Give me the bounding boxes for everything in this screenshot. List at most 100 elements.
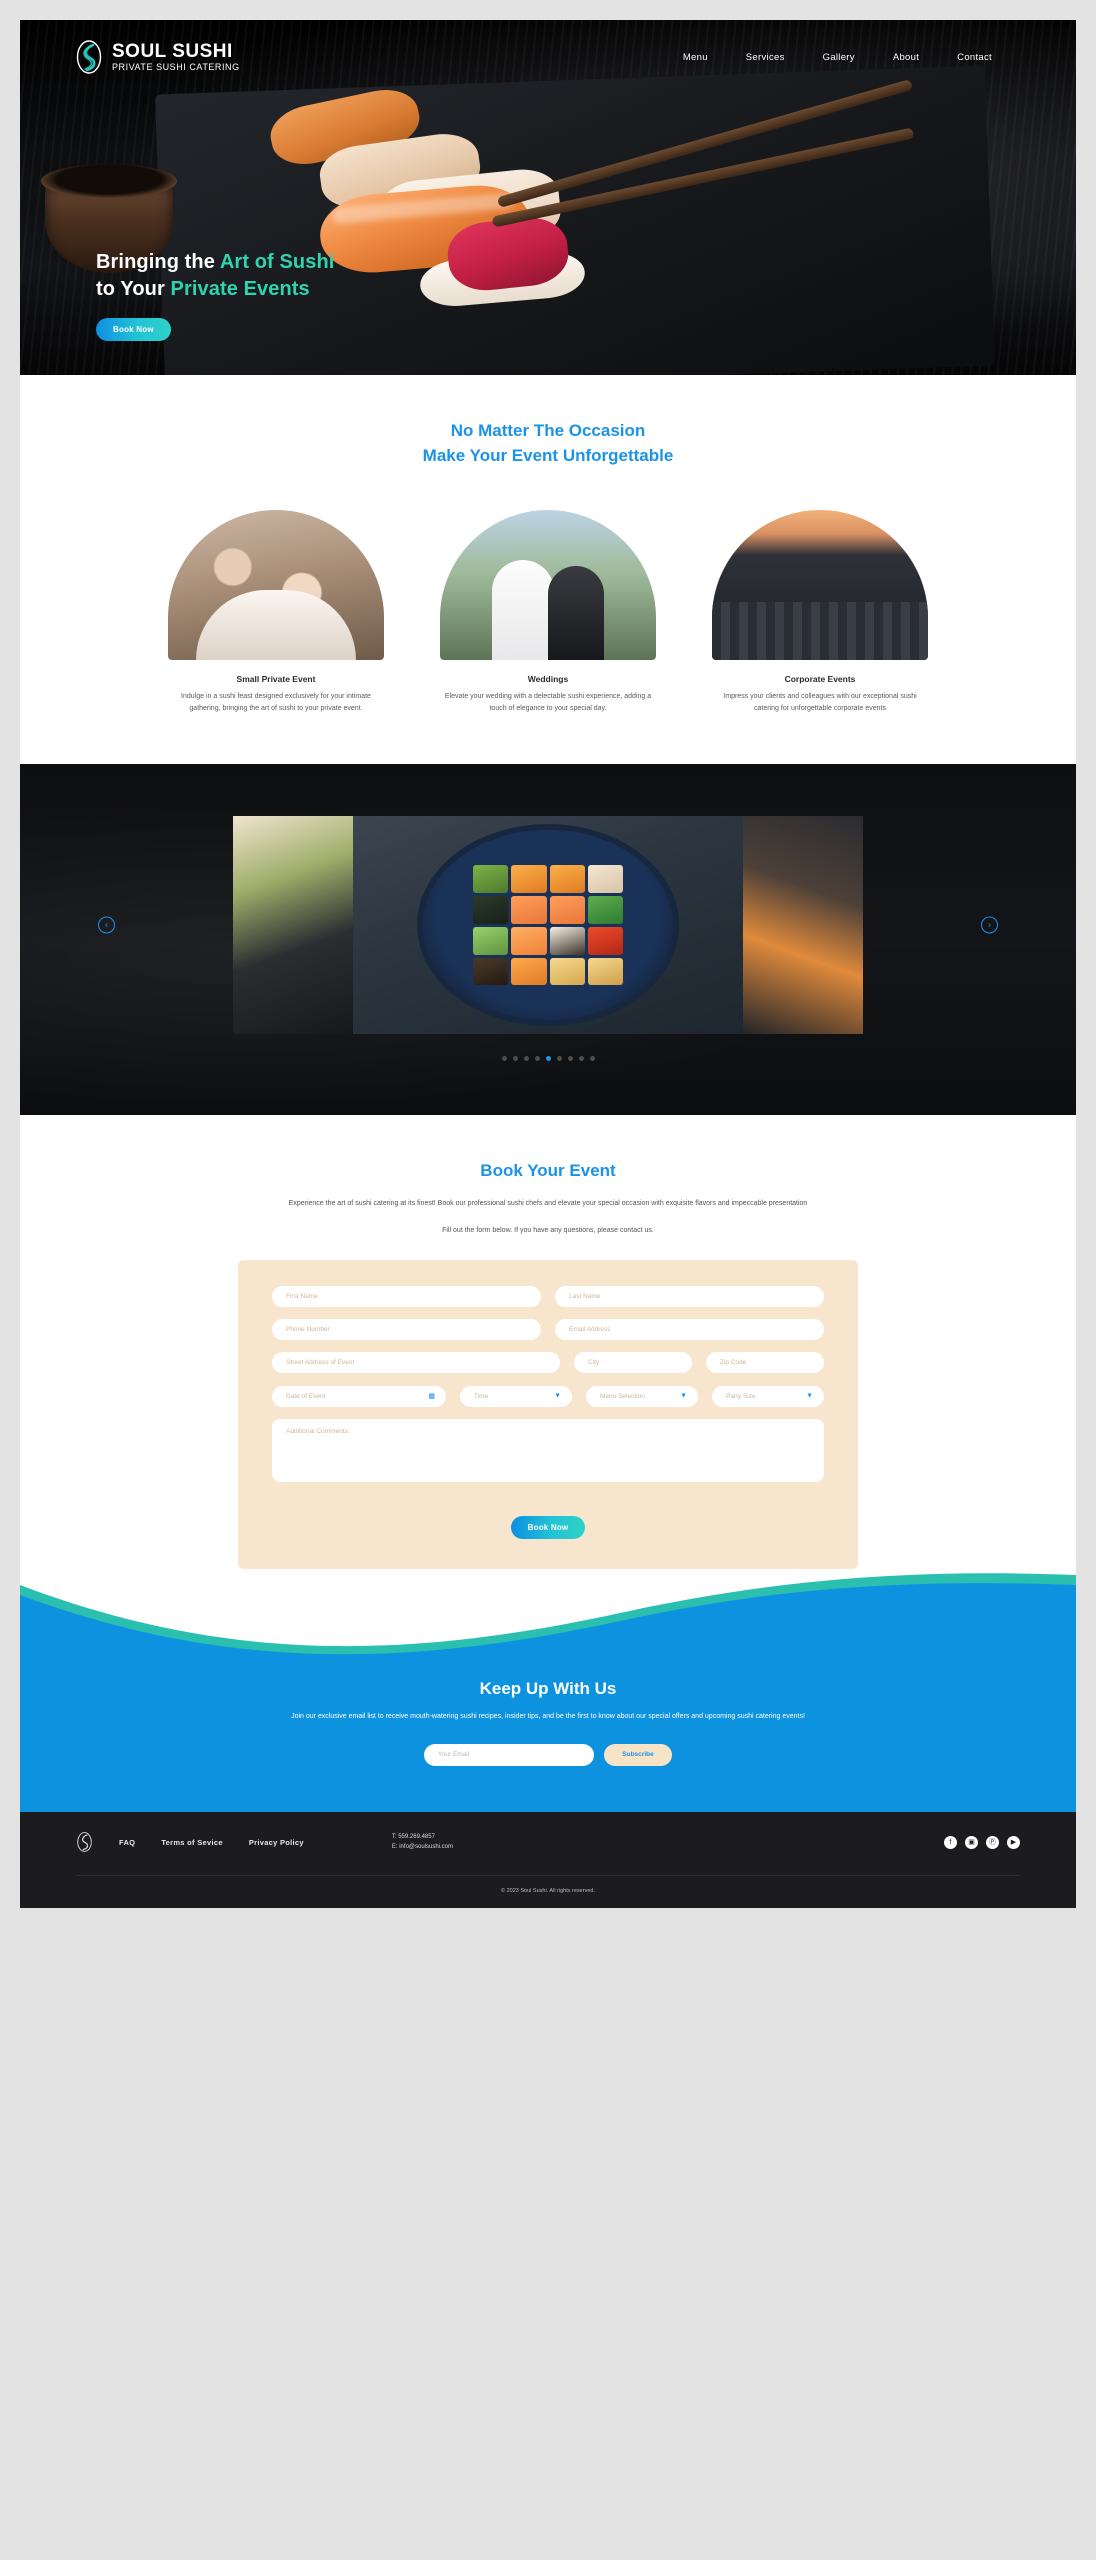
date-of-event-input[interactable] [272, 1385, 446, 1407]
sushi-piece [473, 896, 509, 924]
occasion-card[interactable]: Weddings Elevate your wedding with a del… [440, 510, 656, 714]
sushi-piece [511, 926, 547, 955]
hero-headline-line1-plain: Bringing the [96, 250, 220, 273]
sushi-piece [549, 865, 585, 894]
occasion-card-description: Elevate your wedding with a delectable s… [444, 693, 652, 712]
form-row-name [272, 1285, 824, 1307]
sushi-piece [473, 865, 509, 894]
website-frame: SOUL SUSHI PRIVATE SUSHI CATERING Menu S… [20, 20, 1076, 1908]
brand-logo[interactable]: SOUL SUSHI PRIVATE SUSHI CATERING [76, 40, 240, 74]
facebook-icon[interactable]: f [944, 1835, 957, 1849]
sushi-piece [511, 865, 547, 894]
footer-link-faq[interactable]: FAQ [119, 1838, 135, 1847]
carousel-dot[interactable] [534, 1056, 540, 1062]
site-footer: FAQ Terms of Sevice Privacy Policy T: 55… [20, 1811, 1076, 1908]
chevron-down-icon[interactable]: ▼ [680, 1392, 687, 1399]
occasion-card-description: Impress your clients and colleagues with… [723, 693, 917, 712]
carousel-dot[interactable] [567, 1056, 573, 1062]
occasion-card[interactable]: Small Private Event Indulge in a sushi f… [168, 510, 384, 714]
carousel-next-button[interactable]: › [981, 916, 998, 934]
footer-link-privacy-policy[interactable]: Privacy Policy [249, 1838, 304, 1847]
last-name-input[interactable] [555, 1285, 824, 1307]
occasions-title-line1: No Matter The Occasion [450, 421, 646, 440]
site-header: SOUL SUSHI PRIVATE SUSHI CATERING Menu S… [20, 20, 1076, 74]
hero-headline-line2-plain: to Your [96, 278, 171, 301]
nav-item-contact[interactable]: Contact [957, 52, 992, 63]
hero-book-now-button[interactable]: Book Now [96, 318, 171, 341]
email-address-input[interactable] [555, 1318, 824, 1340]
newsletter-email-input[interactable] [424, 1743, 594, 1766]
calendar-icon[interactable]: ▦ [428, 1392, 435, 1400]
carousel-dot[interactable] [589, 1056, 595, 1062]
zip-code-input[interactable] [706, 1351, 824, 1373]
sushi-piece [587, 926, 623, 955]
occasion-card[interactable]: Corporate Events Impress your clients an… [712, 510, 928, 714]
primary-navigation: Menu Services Gallery About Contact [683, 52, 992, 63]
street-address-input[interactable] [272, 1351, 560, 1373]
footer-social-links: f ▣ Ⓟ ▶ [944, 1835, 1020, 1849]
occasion-card-description: Indulge in a sushi feast designed exclus… [181, 693, 371, 712]
carousel-dot[interactable] [501, 1056, 507, 1062]
sushi-piece [473, 926, 509, 955]
chevron-down-icon[interactable]: ▼ [554, 1392, 561, 1399]
pinterest-icon[interactable]: Ⓟ [986, 1835, 999, 1849]
sushi-piece [549, 926, 585, 955]
footer-soul-sushi-swirl-logo-icon[interactable] [76, 1832, 93, 1852]
nav-item-gallery[interactable]: Gallery [823, 52, 855, 63]
carousel-slide-active[interactable] [353, 816, 743, 1035]
chevron-down-icon[interactable]: ▼ [806, 1392, 813, 1399]
carousel-prev-button[interactable]: ‹ [98, 916, 115, 934]
occasion-card-list: Small Private Event Indulge in a sushi f… [76, 510, 1020, 714]
occasions-section: No Matter The Occasion Make Your Event U… [20, 375, 1076, 765]
footer-copyright: © 2023 Soul Sushi. All rights reserved. [76, 1874, 1020, 1894]
newsletter-subscribe-button[interactable]: Subscribe [604, 1743, 672, 1766]
carousel-slide-next[interactable] [743, 816, 863, 1035]
occasion-card-image-weddings [440, 510, 656, 661]
gallery-carousel-section: ‹ › [20, 764, 1076, 1116]
carousel-dot[interactable] [556, 1056, 562, 1062]
footer-email[interactable]: E: info@soulsushi.com [392, 1842, 453, 1853]
booking-form: ▦ ▼ ▼ ▼ Book Now [238, 1259, 858, 1569]
footer-links: FAQ Terms of Sevice Privacy Policy [119, 1838, 304, 1847]
sushi-piece [473, 957, 509, 986]
city-input[interactable] [574, 1351, 692, 1373]
youtube-icon[interactable]: ▶ [1007, 1835, 1020, 1849]
wave-blue-layer [20, 1582, 1076, 1661]
first-name-input[interactable] [272, 1285, 541, 1307]
carousel-dot[interactable] [512, 1056, 518, 1062]
nav-item-services[interactable]: Services [746, 52, 785, 63]
instagram-icon[interactable]: ▣ [965, 1835, 978, 1849]
sushi-piece [549, 896, 585, 924]
occasion-card-title: Small Private Event [236, 674, 316, 685]
hero-headline-line2-accent: Private Events [170, 278, 310, 301]
newsletter-title: Keep Up With Us [479, 1678, 617, 1698]
carousel-slide-previous[interactable] [233, 816, 353, 1035]
hero-copy: Bringing the Art of Sushi to Your Privat… [96, 249, 334, 341]
newsletter-form: Subscribe [76, 1743, 1020, 1766]
sushi-piece [549, 957, 585, 986]
booking-subtitle: Experience the art of sushi catering at … [288, 1200, 808, 1208]
carousel-pagination-dots [20, 1056, 1076, 1062]
phone-number-input[interactable] [272, 1318, 541, 1340]
additional-comments-textarea[interactable] [272, 1418, 824, 1482]
hero-headline-line1-accent: Art of Sushi [219, 250, 335, 273]
nav-item-menu[interactable]: Menu [683, 52, 708, 63]
booking-submit-button[interactable]: Book Now [510, 1515, 586, 1539]
newsletter-subtitle: Join our exclusive email list to receive… [291, 1712, 805, 1720]
time-field: ▼ [460, 1385, 572, 1407]
sushi-piece [511, 896, 547, 924]
occasion-card-image-corporate [712, 510, 928, 661]
menu-selection-field: ▼ [586, 1385, 698, 1407]
carousel-dot[interactable] [545, 1056, 551, 1062]
occasion-card-image-private-event [168, 510, 384, 661]
nav-item-about[interactable]: About [893, 52, 919, 63]
date-of-event-field: ▦ [272, 1385, 446, 1407]
carousel-dot[interactable] [523, 1056, 529, 1062]
carousel-dot[interactable] [578, 1056, 584, 1062]
footer-phone[interactable]: T: 559.269.4857 [392, 1832, 453, 1843]
occasion-card-title: Weddings [527, 674, 569, 685]
footer-link-terms-of-service[interactable]: Terms of Sevice [161, 1838, 222, 1847]
party-size-field: ▼ [712, 1385, 824, 1407]
footer-top-row: FAQ Terms of Sevice Privacy Policy T: 55… [76, 1832, 1020, 1853]
brand-tagline: PRIVATE SUSHI CATERING [112, 62, 240, 73]
